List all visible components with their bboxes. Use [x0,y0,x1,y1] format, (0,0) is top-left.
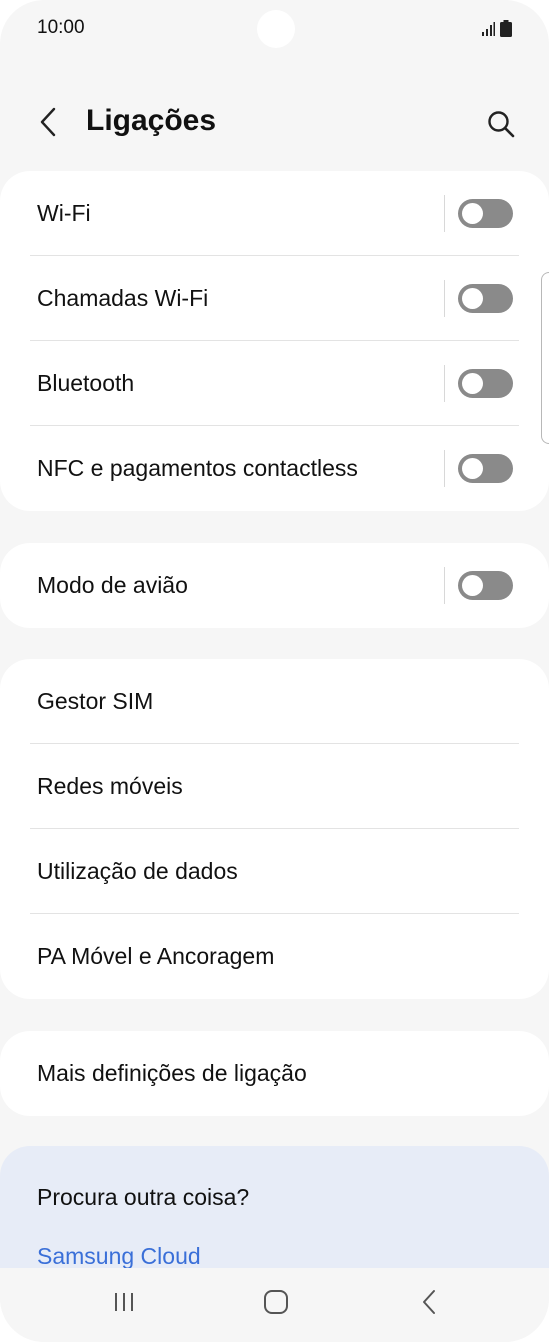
search-icon [488,111,515,138]
suggestions-title: Procura outra coisa? [37,1184,250,1210]
nfc-toggle[interactable] [458,454,513,483]
suggestion-link[interactable]: Samsung Cloud [37,1243,201,1270]
setting-row-mobile-networks[interactable]: Redes móveis [0,744,549,829]
setting-row-airplane-mode[interactable]: Modo de avião [0,543,549,628]
setting-row-sim-manager[interactable]: Gestor SIM [0,659,549,744]
search-button[interactable] [481,104,521,144]
back-icon [423,1290,435,1314]
setting-label: Modo de avião [37,572,188,598]
settings-group-more: Mais definições de ligação [0,1031,549,1116]
separator [444,567,445,604]
phone-screen: 10:00 Ligações Wi-Fi Chamadas Wi-Fi Blue… [0,0,549,1342]
separator [444,365,445,402]
status-time: 10:00 [37,17,85,38]
setting-label: PA Móvel e Ancoragem [37,943,275,969]
status-bar: 10:00 [0,0,549,60]
app-header: Ligações [0,90,549,154]
toggle-knob [462,203,483,224]
recent-apps-icon [115,1293,133,1311]
setting-row-bluetooth[interactable]: Bluetooth [0,341,549,426]
toggle-knob [462,373,483,394]
setting-row-nfc[interactable]: NFC e pagamentos contactless [0,426,549,511]
setting-row-wifi-calling[interactable]: Chamadas Wi-Fi [0,256,549,341]
setting-label: Bluetooth [37,370,135,396]
settings-group-mobile: Gestor SIM Redes móveis Utilização de da… [0,659,549,999]
bluetooth-toggle[interactable] [458,369,513,398]
setting-row-wifi[interactable]: Wi-Fi [0,171,549,256]
scrollbar[interactable] [541,272,549,444]
airplane-mode-toggle[interactable] [458,571,513,600]
separator [444,195,445,232]
signal-icon [482,22,495,36]
setting-label: Gestor SIM [37,688,154,714]
suggestions-card: Procura outra coisa? Samsung Cloud [0,1146,549,1270]
battery-icon [500,20,512,37]
setting-label: Wi-Fi [37,200,91,226]
chevron-left-icon [40,107,56,137]
wifi-toggle[interactable] [458,199,513,228]
back-button[interactable] [30,102,66,142]
recent-apps-button[interactable] [99,1282,149,1322]
home-button[interactable] [251,1282,301,1322]
setting-label: Mais definições de ligação [37,1060,307,1086]
camera-cutout [257,10,295,48]
separator [444,280,445,317]
setting-row-more-connection-settings[interactable]: Mais definições de ligação [0,1031,549,1116]
system-back-button[interactable] [405,1282,455,1322]
setting-label: Redes móveis [37,773,183,799]
setting-label: NFC e pagamentos contactless [37,455,358,481]
wifi-calling-toggle[interactable] [458,284,513,313]
page-title: Ligações [86,104,217,137]
toggle-knob [462,458,483,479]
separator [444,450,445,487]
toggle-knob [462,575,483,596]
setting-label: Chamadas Wi-Fi [37,285,209,311]
setting-row-data-usage[interactable]: Utilização de dados [0,829,549,914]
settings-group-connections: Wi-Fi Chamadas Wi-Fi Bluetooth NFC e pag… [0,171,549,511]
setting-row-hotspot-tethering[interactable]: PA Móvel e Ancoragem [0,914,549,999]
navigation-bar [0,1268,549,1342]
toggle-knob [462,288,483,309]
settings-group-airplane: Modo de avião [0,543,549,628]
home-icon [264,1290,288,1314]
setting-label: Utilização de dados [37,858,238,884]
